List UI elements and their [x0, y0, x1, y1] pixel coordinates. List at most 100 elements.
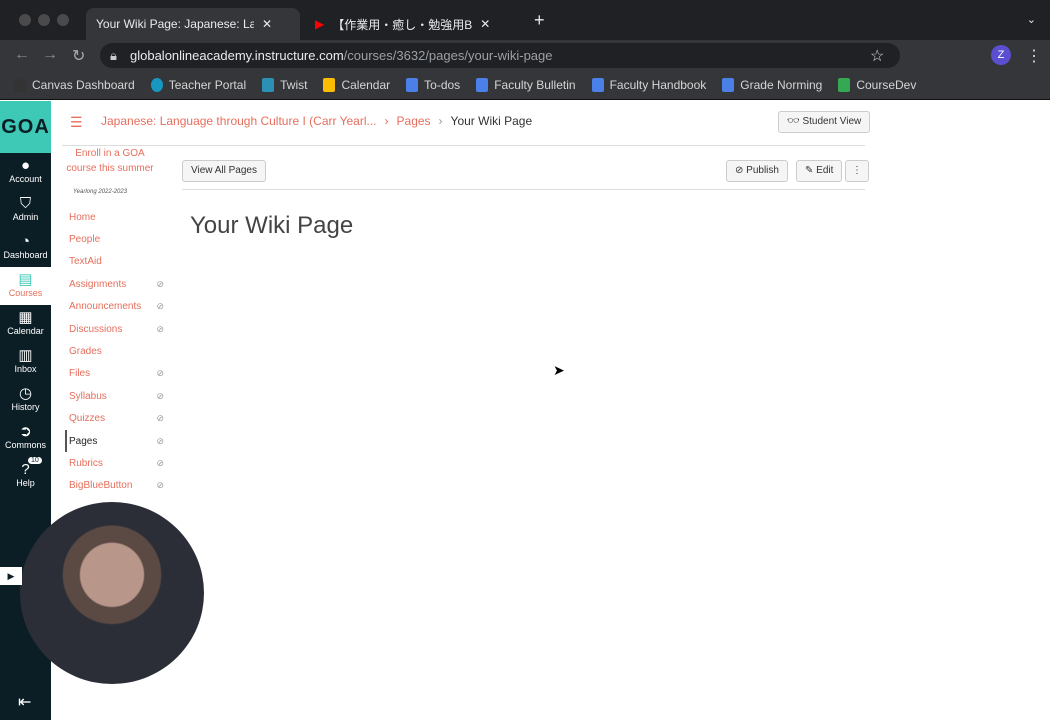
shield-icon: ⛉ — [19, 195, 32, 212]
breadcrumb: Japanese: Language through Culture I (Ca… — [101, 114, 532, 128]
course-nav-assignments[interactable]: Assignments ⊘ — [69, 273, 164, 295]
tab-search-icon[interactable]: ⌄ — [1027, 13, 1036, 26]
hidden-eye-icon: ⊘ — [156, 368, 164, 379]
nav-label: Discussions — [69, 323, 123, 335]
student-view-button[interactable]: 👓︎ Student View — [778, 111, 871, 133]
menu-icon[interactable]: ⋮ — [1026, 46, 1042, 66]
divider — [182, 189, 865, 190]
course-nav: Home People TextAid Assignments ⊘ Announc… — [65, 206, 164, 497]
nav-label: History — [11, 402, 40, 412]
tab-wiki[interactable]: Your Wiki Page: Japanese: Lan ✕ — [86, 8, 300, 40]
breadcrumb-pages[interactable]: Pages — [397, 114, 431, 128]
nav-label: Dashboard — [3, 250, 48, 260]
nav-dashboard[interactable]: ◔ Dashboard — [0, 229, 51, 267]
play-icon[interactable]: ▶ — [0, 567, 22, 585]
publish-button[interactable]: ⊘ Publish — [726, 160, 788, 182]
back-icon[interactable]: ← — [14, 46, 30, 64]
nav-label: Admin — [12, 212, 39, 222]
enroll-link[interactable]: Enroll in a GOA course this summer — [66, 146, 154, 176]
course-nav-rubrics[interactable]: Rubrics ⊘ — [69, 452, 164, 474]
hamburger-icon[interactable]: ☰ — [70, 115, 83, 129]
course-nav-home[interactable]: Home — [69, 206, 164, 228]
bookmark[interactable]: Teacher Portal — [150, 77, 246, 92]
lock-icon: 🔒︎ — [110, 48, 117, 63]
nav-commons[interactable]: ➲ Commons — [0, 419, 51, 457]
edit-label: Edit — [816, 165, 834, 176]
nav-label: People — [69, 234, 101, 246]
nav-label: TextAid — [69, 256, 102, 268]
nav-label: Help — [16, 478, 35, 488]
tab-title: Your Wiki Page: Japanese: Lan — [96, 17, 254, 31]
hidden-eye-icon: ⊘ — [156, 413, 164, 424]
tab-youtube[interactable]: ▶ 【作業用・癒し・勉強用BGM】ジ ✕ — [305, 8, 520, 40]
page-title: Your Wiki Page — [190, 212, 354, 239]
nav-account[interactable]: ● Account — [0, 153, 51, 191]
nav-label: Assignments — [69, 278, 127, 290]
breadcrumb-current: Your Wiki Page — [450, 114, 533, 128]
bookmark[interactable]: Faculty Handbook — [591, 77, 706, 92]
nav-label: Calendar — [7, 326, 44, 336]
nav-calendar[interactable]: ▦ Calendar — [0, 305, 51, 343]
bookmark-label: Grade Norming — [740, 77, 823, 92]
bookmark-star-icon[interactable]: ☆ — [870, 46, 884, 66]
course-nav-quizzes[interactable]: Quizzes ⊘ — [69, 408, 164, 430]
course-nav-textaid[interactable]: TextAid — [69, 251, 164, 273]
close-icon[interactable]: ✕ — [262, 17, 272, 31]
hidden-eye-icon: ⊘ — [156, 301, 164, 312]
help-badge: 10 — [28, 457, 42, 464]
bookmark[interactable]: Faculty Bulletin — [476, 77, 576, 92]
reload-icon[interactable]: ↻ — [72, 46, 85, 66]
forward-icon[interactable]: → — [42, 46, 58, 64]
bookmark[interactable]: Twist — [262, 77, 307, 92]
nav-label: Rubrics — [69, 457, 103, 469]
bookmark[interactable]: Calendar — [323, 77, 390, 92]
nav-history[interactable]: ◷ History — [0, 381, 51, 419]
nav-help[interactable]: ? 10 Help — [0, 457, 51, 495]
nav-courses[interactable]: ▤ Courses — [0, 267, 51, 305]
nav-admin[interactable]: ⛉ Admin — [0, 191, 51, 229]
webcam-overlay — [20, 502, 204, 684]
edit-button[interactable]: ✎ Edit — [796, 160, 843, 182]
mouse-cursor-icon: ➤ — [553, 362, 565, 378]
bookmark[interactable]: Canvas Dashboard — [14, 77, 135, 92]
url-host: globalonlineacademy.instructure.com — [130, 48, 344, 63]
course-nav-syllabus[interactable]: Syllabus ⊘ — [69, 385, 164, 407]
term-label: Yearlong 2022-2023 — [73, 189, 128, 195]
bookmark[interactable]: CourseDev — [838, 77, 917, 92]
dashboard-icon: ◔ — [20, 233, 31, 250]
bookmark[interactable]: Grade Norming — [722, 77, 823, 92]
nav-label: Grades — [69, 346, 102, 358]
youtube-icon: ▶ — [315, 17, 325, 31]
nav-inbox[interactable]: ▥ Inbox — [0, 343, 51, 381]
nav-label: Syllabus — [69, 390, 107, 402]
bookmark[interactable]: To-dos — [406, 77, 461, 92]
close-icon[interactable]: ✕ — [480, 17, 490, 31]
collapse-nav-icon[interactable]: ⇤ — [18, 692, 31, 712]
breadcrumb-course[interactable]: Japanese: Language through Culture I (Ca… — [101, 114, 377, 128]
view-all-pages-button[interactable]: View All Pages — [182, 160, 266, 182]
calendar-icon: ▦ — [18, 309, 33, 326]
course-nav-bigbluebutton[interactable]: BigBlueButton ⊘ — [69, 475, 164, 497]
address-bar-row: ← → ↻ 🔒︎ globalonlineacademy.instructure.… — [0, 40, 1050, 70]
glasses-icon: 👓︎ — [787, 116, 800, 127]
course-nav-pages[interactable]: Pages ⊘ — [65, 429, 164, 453]
url-input[interactable]: 🔒︎ globalonlineacademy.instructure.com/co… — [100, 43, 900, 68]
course-nav-announcements[interactable]: Announcements ⊘ — [69, 296, 164, 318]
profile-avatar[interactable]: Z — [991, 45, 1011, 65]
bookmark-label: CourseDev — [856, 77, 917, 92]
course-nav-people[interactable]: People — [69, 228, 164, 250]
nav-label: Home — [69, 211, 96, 223]
course-nav-discussions[interactable]: Discussions ⊘ — [69, 318, 164, 340]
goa-logo[interactable]: GOA — [0, 101, 51, 153]
new-tab-button[interactable]: + — [534, 10, 545, 31]
bookmark-label: To-dos — [424, 77, 461, 92]
url-path: /courses/3632/pages/your-wiki-page — [343, 48, 553, 63]
student-view-label: Student View — [802, 116, 862, 127]
pencil-icon: ✎ — [805, 165, 814, 176]
nav-label: Commons — [4, 440, 46, 450]
course-nav-files[interactable]: Files ⊘ — [69, 363, 164, 385]
chevron-right-icon: › — [384, 114, 389, 128]
browser-tab-bar: Your Wiki Page: Japanese: Lan ✕ ▶ 【作業用・癒し・… — [0, 0, 1050, 40]
more-options-button[interactable]: ⋮ — [845, 160, 869, 182]
course-nav-grades[interactable]: Grades — [69, 340, 164, 362]
